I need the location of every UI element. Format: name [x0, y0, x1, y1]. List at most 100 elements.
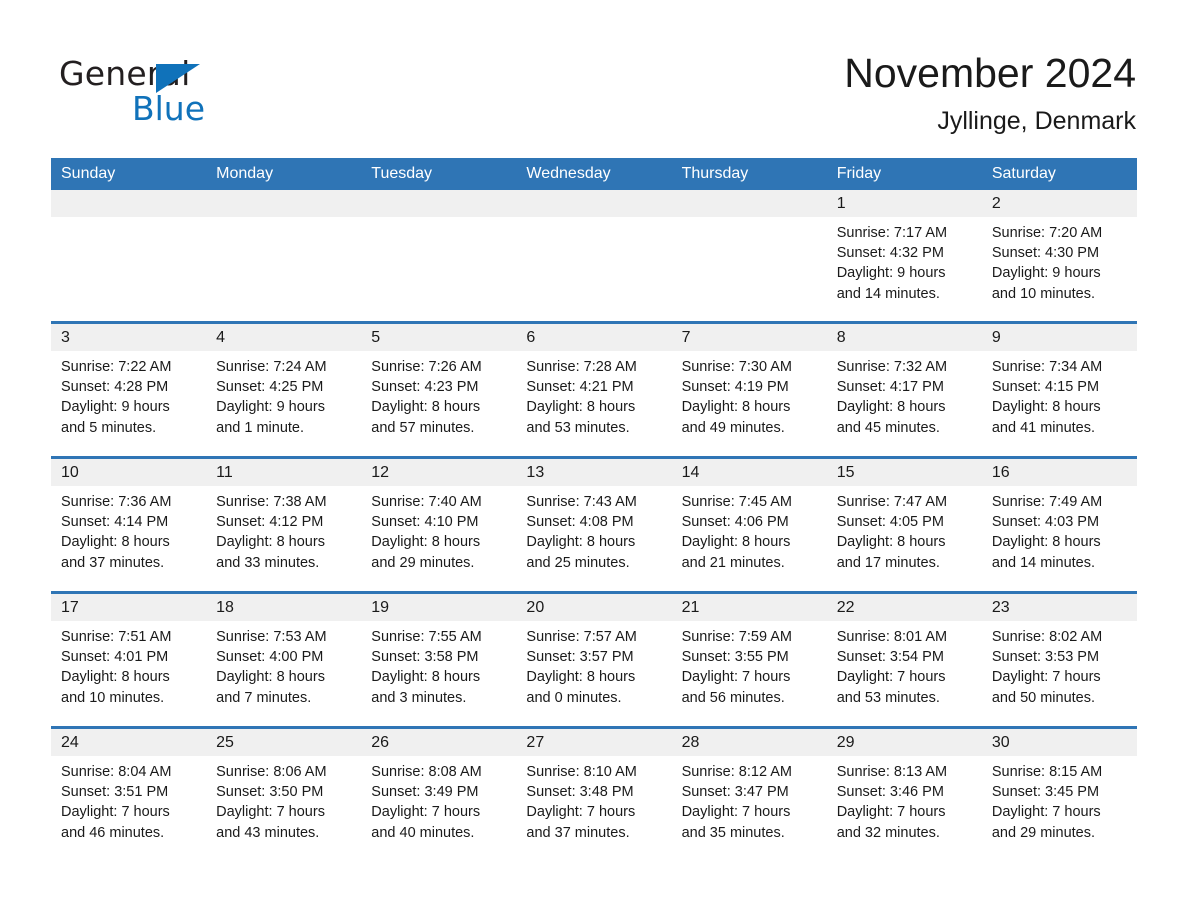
daylight-text: and 17 minutes. [836, 554, 940, 571]
calendar-day-cell[interactable]: 9 Sunrise: 7:34 AM Sunset: 4:15 PM Daylight… [981, 321, 1137, 458]
day-number: 20 [516, 594, 672, 621]
day-cell-inner [51, 190, 207, 321]
sunset-text: Sunset: 4:23 PM [371, 379, 479, 396]
daylight-text: Daylight: 9 hours [991, 265, 1101, 282]
sunrise-text: Sunrise: 7:24 AM [216, 359, 327, 375]
day-cell-inner: 22 Sunrise: 8:01 AM Sunset: 3:54 PM Dayligh… [826, 594, 982, 726]
daylight-text: and 41 minutes. [991, 419, 1096, 436]
day-cell-inner: 6 Sunrise: 7:28 AM Sunset: 4:21 PM Daylight… [516, 324, 672, 456]
weekday-header-monday: Monday [206, 158, 362, 190]
day-number: 16 [981, 459, 1137, 486]
daylight-text: Daylight: 8 hours [61, 534, 170, 551]
calendar-day-cell[interactable]: 2 Sunrise: 7:20 AM Sunset: 4:30 PM Daylight… [981, 190, 1137, 323]
calendar-day-cell[interactable]: 16 Sunrise: 7:49 AM Sunset: 4:03 PM Dayligh… [981, 456, 1137, 593]
daylight-text: Daylight: 8 hours [61, 669, 170, 686]
calendar-page: General Blue November 2024 Jyllinge, Den… [0, 0, 1188, 918]
sunset-text: Sunset: 4:30 PM [991, 245, 1100, 262]
daylight-text: and 33 minutes. [216, 554, 320, 571]
sunset-text: Sunset: 3:47 PM [681, 784, 789, 801]
daylight-text: Daylight: 8 hours [216, 534, 325, 551]
calendar-day-cell[interactable]: 1 Sunrise: 7:17 AM Sunset: 4:32 PM Daylight… [826, 190, 982, 323]
daylight-text: and 32 minutes. [836, 824, 940, 841]
daylight-text: and 10 minutes. [61, 689, 165, 706]
daylight-text: Daylight: 9 hours [61, 399, 170, 416]
day-details: Sunrise: 8:15 AM Sunset: 3:45 PM Daylight:… [982, 756, 1137, 843]
day-number: 10 [51, 459, 207, 486]
daylight-text: and 49 minutes. [681, 419, 785, 436]
calendar-day-cell[interactable]: 22 Sunrise: 8:01 AM Sunset: 3:54 PM Dayligh… [826, 591, 982, 728]
day-details: Sunrise: 8:06 AM Sunset: 3:50 PM Daylight:… [206, 756, 361, 843]
daylight-text: and 29 minutes. [991, 824, 1096, 841]
calendar-day-cell[interactable]: 17 Sunrise: 7:51 AM Sunset: 4:01 PM Dayligh… [51, 591, 207, 728]
day-number: 9 [981, 324, 1137, 351]
sunset-text: Sunset: 4:00 PM [216, 649, 324, 666]
daylight-text: and 14 minutes. [836, 285, 940, 302]
sunset-text: Sunset: 4:32 PM [836, 245, 944, 262]
calendar-day-cell[interactable]: 11 Sunrise: 7:38 AM Sunset: 4:12 PM Dayligh… [206, 456, 362, 593]
calendar-day-cell[interactable]: 15 Sunrise: 7:47 AM Sunset: 4:05 PM Dayligh… [826, 456, 982, 593]
calendar-day-cell[interactable]: 6 Sunrise: 7:28 AM Sunset: 4:21 PM Daylight… [516, 321, 672, 458]
sunrise-text: Sunrise: 8:10 AM [526, 764, 637, 780]
day-details: Sunrise: 7:45 AM Sunset: 4:06 PM Daylight:… [672, 486, 827, 573]
calendar-day-cell[interactable]: 4 Sunrise: 7:24 AM Sunset: 4:25 PM Daylight… [206, 321, 362, 458]
calendar-day-cell[interactable]: 21 Sunrise: 7:59 AM Sunset: 3:55 PM Dayligh… [671, 591, 827, 728]
day-number [206, 190, 362, 217]
calendar-day-cell[interactable]: 26 Sunrise: 8:08 AM Sunset: 3:49 PM Dayligh… [361, 726, 517, 861]
calendar-day-cell[interactable]: 20 Sunrise: 7:57 AM Sunset: 3:57 PM Dayligh… [516, 591, 672, 728]
daylight-text: Daylight: 8 hours [216, 669, 325, 686]
day-number [516, 190, 672, 217]
calendar-day-cell[interactable]: 27 Sunrise: 8:10 AM Sunset: 3:48 PM Dayligh… [516, 726, 672, 861]
calendar-day-cell[interactable]: 3 Sunrise: 7:22 AM Sunset: 4:28 PM Daylight… [51, 321, 207, 458]
calendar-day-cell[interactable]: 13 Sunrise: 7:43 AM Sunset: 4:08 PM Dayligh… [516, 456, 672, 593]
daylight-text: and 57 minutes. [371, 419, 475, 436]
daylight-text: Daylight: 7 hours [836, 804, 946, 821]
calendar-day-cell[interactable]: 7 Sunrise: 7:30 AM Sunset: 4:19 PM Daylight… [671, 321, 827, 458]
sunrise-text: Sunrise: 7:45 AM [681, 494, 792, 510]
calendar-day-cell[interactable]: 25 Sunrise: 8:06 AM Sunset: 3:50 PM Dayligh… [206, 726, 362, 861]
calendar-day-cell[interactable]: 12 Sunrise: 7:40 AM Sunset: 4:10 PM Dayligh… [361, 456, 517, 593]
calendar-day-cell[interactable]: 29 Sunrise: 8:13 AM Sunset: 3:46 PM Dayligh… [826, 726, 982, 861]
day-number: 30 [981, 729, 1137, 756]
calendar-day-cell[interactable]: 28 Sunrise: 8:12 AM Sunset: 3:47 PM Dayligh… [671, 726, 827, 861]
sunset-text: Sunset: 3:57 PM [526, 649, 634, 666]
sunset-text: Sunset: 4:19 PM [681, 379, 789, 396]
calendar-day-cell[interactable]: 8 Sunrise: 7:32 AM Sunset: 4:17 PM Daylight… [826, 321, 982, 458]
calendar-day-cell[interactable]: 30 Sunrise: 8:15 AM Sunset: 3:45 PM Dayligh… [981, 726, 1137, 861]
calendar-day-cell[interactable]: 14 Sunrise: 7:45 AM Sunset: 4:06 PM Dayligh… [671, 456, 827, 593]
daylight-text: Daylight: 7 hours [991, 669, 1101, 686]
day-details: Sunrise: 7:53 AM Sunset: 4:00 PM Daylight:… [206, 621, 361, 708]
calendar-day-cell[interactable]: 19 Sunrise: 7:55 AM Sunset: 3:58 PM Dayligh… [361, 591, 517, 728]
daylight-text: Daylight: 8 hours [681, 534, 791, 551]
day-details: Sunrise: 8:04 AM Sunset: 3:51 PM Daylight:… [51, 756, 206, 843]
day-cell-inner: 2 Sunrise: 7:20 AM Sunset: 4:30 PM Daylight… [981, 190, 1137, 321]
calendar-day-cell[interactable]: 23 Sunrise: 8:02 AM Sunset: 3:53 PM Dayligh… [981, 591, 1137, 728]
calendar-body: 1 Sunrise: 7:17 AM Sunset: 4:32 PM Daylight… [51, 190, 1137, 861]
weekday-header-thursday: Thursday [671, 158, 827, 190]
daylight-text: and 7 minutes. [216, 689, 312, 706]
sunset-text: Sunset: 3:49 PM [371, 784, 479, 801]
day-cell-inner: 19 Sunrise: 7:55 AM Sunset: 3:58 PM Dayligh… [361, 594, 517, 726]
daylight-text: and 10 minutes. [991, 285, 1096, 302]
day-details: Sunrise: 8:01 AM Sunset: 3:54 PM Daylight:… [827, 621, 982, 708]
calendar-empty-cell [671, 190, 827, 323]
day-number: 7 [671, 324, 827, 351]
sunset-text: Sunset: 3:53 PM [991, 649, 1100, 666]
sunset-text: Sunset: 4:15 PM [991, 379, 1100, 396]
day-cell-inner: 5 Sunrise: 7:26 AM Sunset: 4:23 PM Daylight… [361, 324, 517, 456]
calendar-day-cell[interactable]: 5 Sunrise: 7:26 AM Sunset: 4:23 PM Daylight… [361, 321, 517, 458]
daylight-text: Daylight: 8 hours [371, 669, 481, 686]
sunset-text: Sunset: 4:28 PM [61, 379, 169, 396]
day-details: Sunrise: 8:10 AM Sunset: 3:48 PM Daylight:… [516, 756, 671, 843]
location-subtitle: Jyllinge, Denmark [937, 107, 1136, 135]
calendar-day-cell[interactable]: 24 Sunrise: 8:04 AM Sunset: 3:51 PM Dayligh… [51, 726, 207, 861]
daylight-text: Daylight: 7 hours [681, 669, 791, 686]
calendar-day-cell[interactable]: 18 Sunrise: 7:53 AM Sunset: 4:00 PM Dayligh… [206, 591, 362, 728]
sunset-text: Sunset: 3:55 PM [681, 649, 789, 666]
calendar-week-row: 3 Sunrise: 7:22 AM Sunset: 4:28 PM Daylight… [51, 321, 1137, 458]
day-number: 29 [826, 729, 982, 756]
sunrise-text: Sunrise: 7:43 AM [526, 494, 637, 510]
day-cell-inner: 7 Sunrise: 7:30 AM Sunset: 4:19 PM Daylight… [671, 324, 827, 456]
weekday-header-wednesday: Wednesday [516, 158, 672, 190]
day-cell-inner: 14 Sunrise: 7:45 AM Sunset: 4:06 PM Dayligh… [671, 459, 827, 591]
calendar-day-cell[interactable]: 10 Sunrise: 7:36 AM Sunset: 4:14 PM Dayligh… [51, 456, 207, 593]
